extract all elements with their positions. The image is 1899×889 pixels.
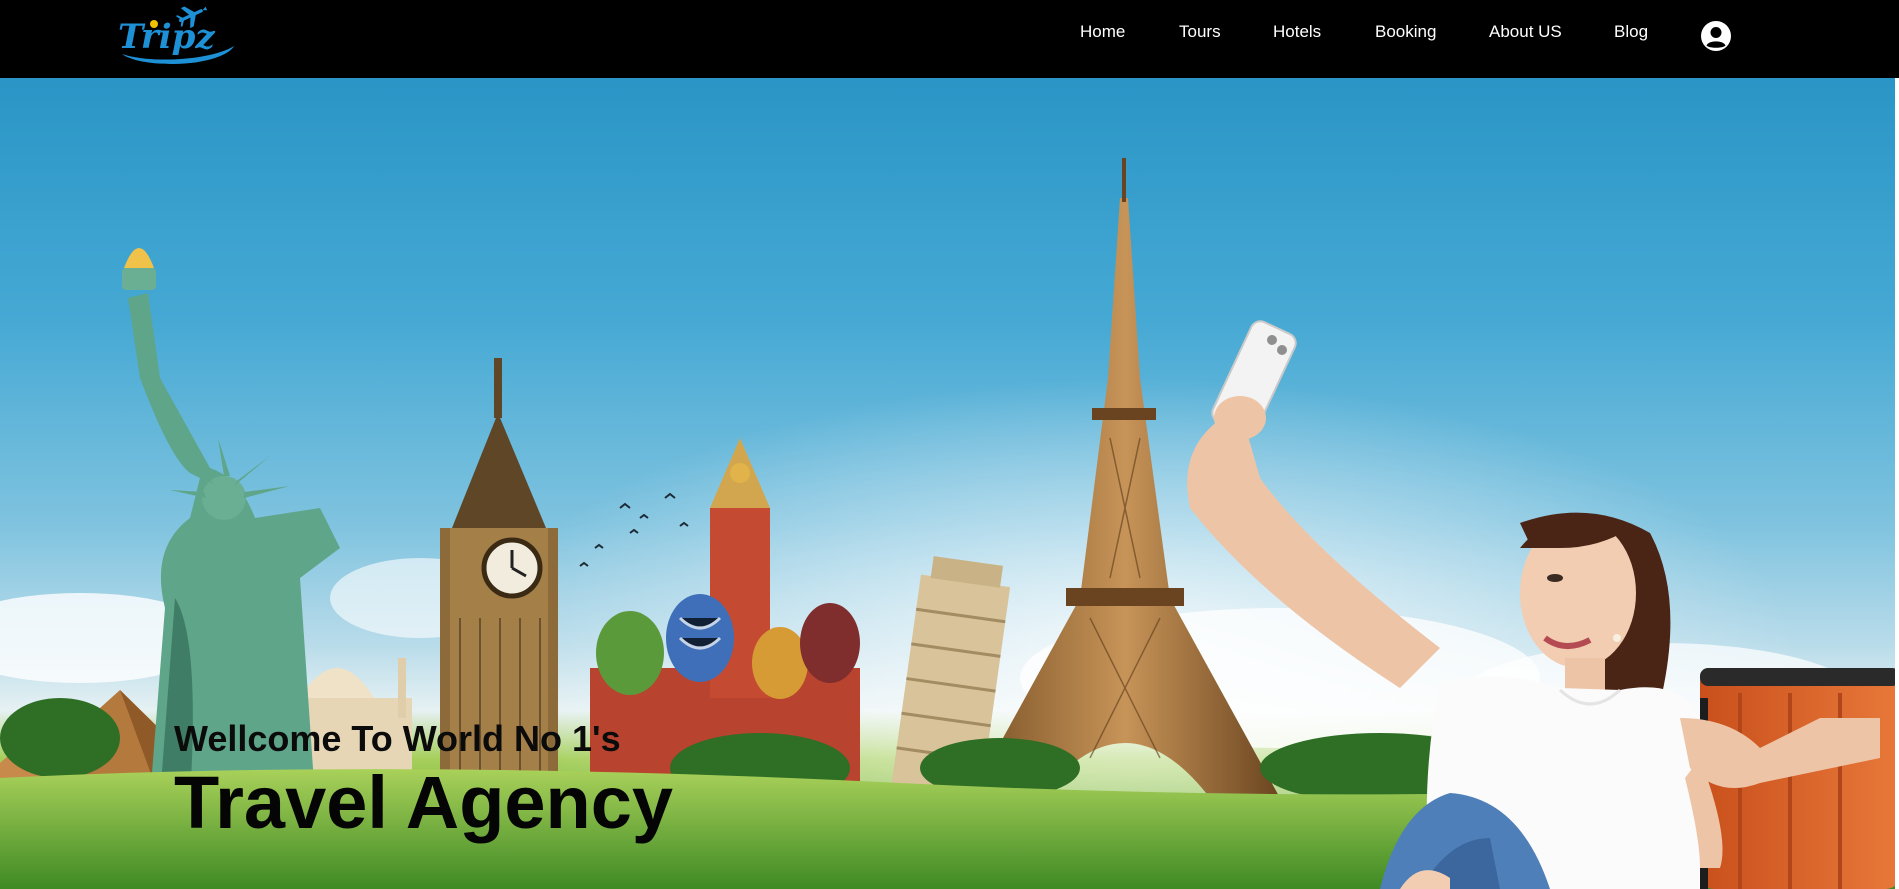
hero-text-block: Wellcome To World No 1's Travel Agency (174, 718, 673, 840)
user-circle-icon (1701, 21, 1731, 51)
nav-blog-link[interactable]: Blog (1614, 22, 1648, 42)
top-navbar: Tripz Home Tours Hotels Booking About US… (0, 0, 1899, 78)
hero-subtitle: Wellcome To World No 1's (174, 718, 621, 759)
nav-about-us-link[interactable]: About US (1489, 22, 1562, 42)
svg-text:Tripz: Tripz (118, 17, 215, 57)
tripz-logo-icon: Tripz (118, 6, 234, 64)
nav-home-link[interactable]: Home (1080, 22, 1125, 42)
hero-title: Travel Agency (174, 761, 674, 844)
tripz-logo[interactable]: Tripz (112, 2, 238, 70)
nav-booking-link[interactable]: Booking (1375, 22, 1436, 42)
page-edge (1895, 78, 1899, 889)
nav-tours-link[interactable]: Tours (1179, 22, 1221, 42)
user-account-button[interactable] (1700, 20, 1732, 52)
nav-hotels-link[interactable]: Hotels (1273, 22, 1321, 42)
hero-banner: Wellcome To World No 1's Travel Agency (0, 78, 1895, 889)
